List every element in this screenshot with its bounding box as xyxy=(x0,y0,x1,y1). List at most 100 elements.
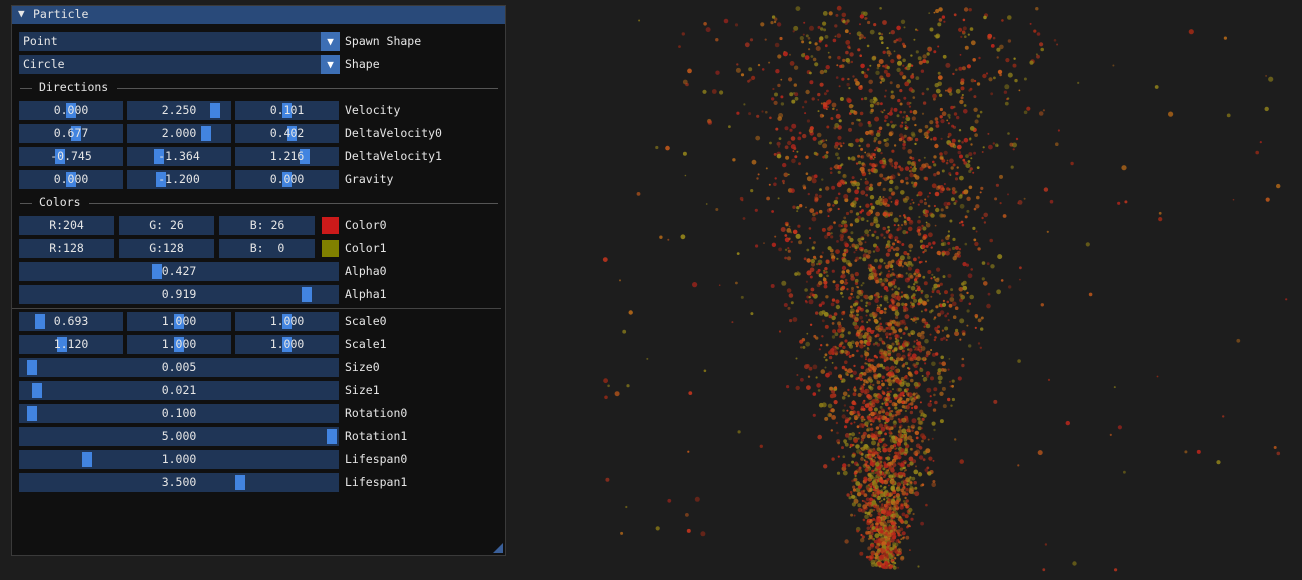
particle-dot xyxy=(936,267,941,272)
particle-dot xyxy=(915,50,919,54)
scale0-z-slider[interactable]: 1.000 xyxy=(235,312,339,331)
velocity-z-slider[interactable]: 0.101 xyxy=(235,101,339,120)
delta-velocity0-x-slider[interactable]: 0.677 xyxy=(19,124,123,143)
delta-velocity1-y-slider[interactable]: -1.364 xyxy=(127,147,231,166)
particle-dot xyxy=(877,362,880,366)
particle-dot xyxy=(789,319,793,323)
color1-r-field[interactable]: R:128 xyxy=(19,239,114,258)
particle-dot xyxy=(912,109,918,115)
particle-dot xyxy=(786,288,792,293)
color1-g-field[interactable]: G:128 xyxy=(119,239,214,258)
particle-dot xyxy=(955,88,961,94)
particle-dot xyxy=(1158,217,1163,222)
size0-slider[interactable]: 0.005 xyxy=(19,358,339,377)
rotation1-slider[interactable]: 5.000 xyxy=(19,427,339,446)
shape-combo[interactable]: Circle xyxy=(19,55,329,74)
particle-dot xyxy=(949,380,951,383)
delta-velocity0-y-slider[interactable]: 2.000 xyxy=(127,124,231,143)
particle-dot xyxy=(819,188,822,192)
particle-dot xyxy=(900,357,904,362)
particle-dot xyxy=(887,240,891,244)
resize-grip-icon[interactable] xyxy=(493,543,503,553)
particle-dot xyxy=(868,318,871,322)
particle-dot xyxy=(924,136,927,138)
particle-dot xyxy=(987,132,990,135)
spawn-shape-combo[interactable]: Point xyxy=(19,32,329,51)
particle-dot xyxy=(876,304,879,307)
particle-dot xyxy=(915,76,920,80)
delta-velocity1-y-value: -1.364 xyxy=(158,149,200,163)
particle-dot xyxy=(850,374,854,378)
lifespan0-slider[interactable]: 1.000 xyxy=(19,450,339,469)
color0-b-field[interactable]: B: 26 xyxy=(219,216,315,235)
gravity-x-slider[interactable]: 0.000 xyxy=(19,170,123,189)
rotation0-slider[interactable]: 0.100 xyxy=(19,404,339,423)
color0-g-field[interactable]: G: 26 xyxy=(119,216,214,235)
particle-dot xyxy=(687,450,690,453)
panel-title-bar[interactable]: ▼ Particle xyxy=(12,6,505,24)
size1-slider[interactable]: 0.021 xyxy=(19,381,339,400)
particle-dot xyxy=(855,162,859,165)
gravity-z-slider[interactable]: 0.000 xyxy=(235,170,339,189)
particle-dot xyxy=(757,173,760,176)
particle-dot xyxy=(685,513,689,517)
color1-b-field[interactable]: B: 0 xyxy=(219,239,315,258)
particle-dot xyxy=(878,59,884,64)
scale1-y-slider[interactable]: 1.000 xyxy=(127,335,231,354)
scale1-x-slider[interactable]: 1.120 xyxy=(19,335,123,354)
particle-dot xyxy=(834,345,837,348)
particle-dot xyxy=(884,432,887,436)
delta-velocity1-z-slider[interactable]: 1.216 xyxy=(235,147,339,166)
gravity-y-slider[interactable]: -1.200 xyxy=(127,170,231,189)
particle-dot xyxy=(884,416,887,419)
particle-dot xyxy=(869,229,871,232)
particle-dot xyxy=(909,447,913,451)
particle-dot xyxy=(891,525,895,528)
particle-dot xyxy=(943,201,949,207)
particle-dot xyxy=(889,564,894,569)
particle-dot xyxy=(887,225,890,229)
particle-dot xyxy=(835,76,839,79)
particle-dot xyxy=(890,371,894,374)
particle-dot xyxy=(899,556,905,561)
particle-dot xyxy=(881,157,887,163)
scale0-y-slider[interactable]: 1.000 xyxy=(127,312,231,331)
chevron-down-icon[interactable]: ▼ xyxy=(321,32,340,51)
color0-swatch[interactable] xyxy=(322,217,339,234)
velocity-x-slider[interactable]: 0.000 xyxy=(19,101,123,120)
particle-dot xyxy=(732,158,736,162)
delta-velocity1-x-slider[interactable]: -0.745 xyxy=(19,147,123,166)
velocity-y-slider[interactable]: 2.250 xyxy=(127,101,231,120)
scale1-z-slider[interactable]: 1.000 xyxy=(235,335,339,354)
particle-dot xyxy=(941,157,944,160)
particle-dot xyxy=(899,274,904,278)
color0-r-field[interactable]: R:204 xyxy=(19,216,114,235)
particle-dot xyxy=(900,448,905,453)
chevron-down-icon[interactable]: ▼ xyxy=(321,55,340,74)
particle-dot xyxy=(917,565,920,568)
color1-swatch[interactable] xyxy=(322,240,339,257)
particle-dot xyxy=(999,73,1002,77)
alpha0-slider[interactable]: 0.427 xyxy=(19,262,339,281)
particle-dot xyxy=(818,262,821,266)
particle-dot xyxy=(891,288,894,291)
delta-velocity0-z-slider[interactable]: 0.402 xyxy=(235,124,339,143)
alpha1-slider[interactable]: 0.919 xyxy=(19,285,339,304)
particle-dot xyxy=(843,223,848,228)
particle-dot xyxy=(819,113,824,118)
particle-dot xyxy=(907,371,912,376)
collapse-arrow-icon[interactable]: ▼ xyxy=(18,7,25,20)
lifespan1-slider[interactable]: 3.500 xyxy=(19,473,339,492)
particle-dot xyxy=(876,454,881,459)
particle-dot xyxy=(969,294,974,300)
particle-dot xyxy=(876,380,881,385)
particle-dot xyxy=(855,481,861,486)
particle-dot xyxy=(924,468,928,472)
particle-dot xyxy=(862,401,866,405)
scale0-x-slider[interactable]: 0.693 xyxy=(19,312,123,331)
panel-title: Particle xyxy=(33,7,89,21)
particle-dot xyxy=(837,207,840,211)
particle-dot xyxy=(981,216,984,220)
particle-dot xyxy=(889,390,892,393)
particle-dot xyxy=(826,202,831,207)
